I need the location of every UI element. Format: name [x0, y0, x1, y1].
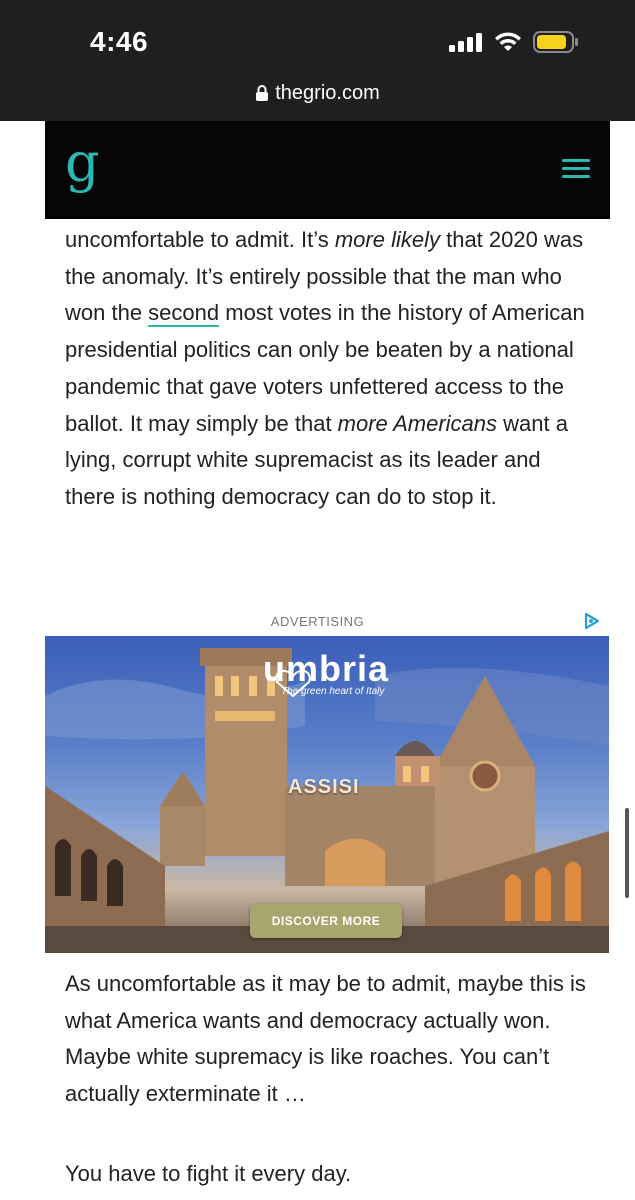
lock-icon	[256, 85, 269, 101]
address-bar[interactable]: thegrio.com	[0, 78, 635, 108]
adchoices-icon[interactable]	[583, 612, 601, 630]
browser-chrome: 4:46 thegrio.com	[0, 0, 635, 121]
second-link[interactable]: second	[148, 300, 220, 328]
battery-icon	[533, 31, 578, 53]
discover-more-button[interactable]: DISCOVER MORE	[250, 904, 402, 938]
ad-place: ASSISI	[288, 776, 360, 798]
status-time: 4:46	[90, 26, 149, 57]
ad-banner[interactable]: umbria The green heart of Italy ASSISI D…	[45, 636, 609, 953]
scrollbar-thumb[interactable]	[625, 808, 629, 898]
cellular-signal-icon	[449, 33, 483, 52]
article-paragraph: You have to fight it every day.	[65, 1156, 595, 1193]
wifi-icon	[495, 32, 521, 51]
paragraph-text: You have to fight it every day.	[65, 1161, 352, 1186]
site-header: g	[45, 121, 610, 219]
text-run: uncomfortable to admit. It’s	[65, 227, 335, 252]
site-logo[interactable]: g	[65, 133, 100, 193]
article-paragraph: As uncomfortable as it may be to admit, …	[65, 966, 595, 1113]
advertising-label: ADVERTISING	[270, 614, 365, 629]
ad-brand: umbria	[263, 648, 390, 689]
emphasis-text: more Americans	[337, 410, 498, 436]
article-paragraph: uncomfortable to admit. It’s more likely…	[65, 222, 595, 516]
emphasis-text: more likely	[334, 227, 440, 252]
url-text: thegrio.com	[275, 81, 380, 104]
paragraph-text: As uncomfortable as it may be to admit, …	[65, 971, 586, 1107]
ad-tagline: The green heart of Italy	[281, 686, 385, 697]
hamburger-menu-icon[interactable]	[562, 159, 590, 179]
